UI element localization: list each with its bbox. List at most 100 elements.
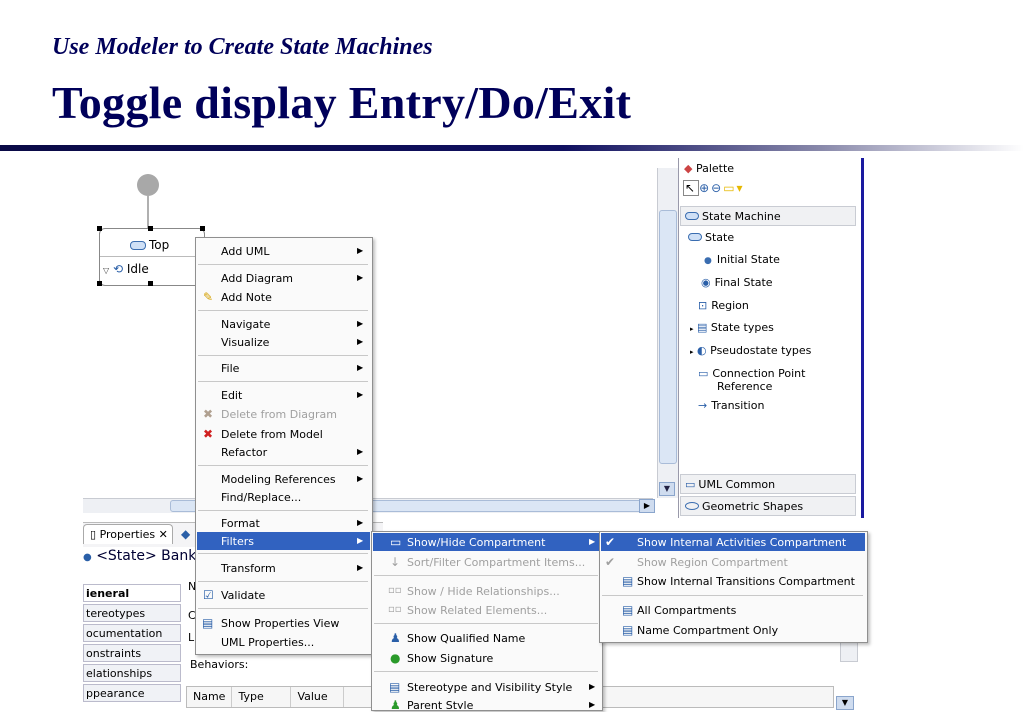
menu-item-show-related-elements[interactable]: Show Related Elements... [407, 604, 547, 617]
props-side-appearance[interactable]: ppearance [83, 684, 181, 702]
initial-state-icon: ● [704, 256, 712, 266]
menu-item-edit[interactable]: Edit [221, 389, 242, 402]
menu-separator [198, 553, 368, 554]
palette-item-final-state[interactable]: ◉ Final State [701, 276, 773, 289]
drawer-uml-common[interactable]: ▭ UML Common [680, 474, 856, 494]
zoom-in-icon[interactable]: ⊕ [699, 181, 711, 195]
submenu-arrow-icon: ▶ [589, 700, 596, 709]
menu-item-file[interactable]: File [221, 362, 239, 375]
state-idle-text: Idle [126, 262, 149, 276]
col-type[interactable]: Type [232, 687, 292, 707]
state-icon [130, 241, 146, 250]
submenu-arrow-icon: ▶ [589, 537, 596, 546]
state-icon: ● [83, 552, 92, 563]
props-side-general[interactable]: ieneral [83, 584, 181, 602]
menu-item-format[interactable]: Format [221, 517, 260, 530]
menu-item-stereotype-visibility[interactable]: Stereotype and Visibility Style [407, 681, 572, 694]
palette-item-reference[interactable]: Reference [717, 380, 772, 393]
menu-item-add-uml[interactable]: Add UML [221, 245, 269, 258]
menu-item-show-region-compartment[interactable]: Show Region Compartment [637, 556, 788, 569]
qualified-name-icon: ♟ [390, 631, 401, 645]
vertical-scroll-thumb[interactable] [659, 210, 677, 464]
expand-triangle-icon[interactable]: ▸ [690, 325, 694, 333]
scroll-down-arrow-icon[interactable]: ▼ [836, 696, 854, 710]
submachine-icon: ⟲ [112, 262, 124, 276]
menu-item-add-diagram[interactable]: Add Diagram [221, 272, 293, 285]
menu-item-visualize[interactable]: Visualize [221, 336, 269, 349]
props-side-documentation[interactable]: ocumentation [83, 624, 181, 642]
menu-separator [374, 623, 598, 624]
menu-item-show-properties-view[interactable]: Show Properties View [221, 617, 339, 630]
selection-handle[interactable] [97, 226, 102, 231]
menu-item-show-internal-activities-label[interactable]: Show Internal Activities Compartment [637, 536, 846, 549]
transition-line[interactable] [147, 196, 149, 228]
tab-properties[interactable]: ▯ Properties ✕ [83, 524, 173, 544]
props-side-stereotypes[interactable]: tereotypes [83, 604, 181, 622]
select-tool-icon[interactable]: ↖ [683, 180, 700, 196]
state-icon [688, 233, 702, 241]
selection-handle[interactable] [148, 281, 153, 286]
menu-item-show-signature[interactable]: Show Signature [407, 652, 493, 665]
palette-item-transition[interactable]: → Transition [698, 399, 764, 412]
state-types-icon: ▤ [697, 321, 708, 334]
compartment-icon: ▤ [622, 574, 634, 588]
menu-item-refactor[interactable]: Refactor [221, 446, 267, 459]
menu-item-sort-filter[interactable]: Sort/Filter Compartment Items... [407, 556, 585, 569]
field-label: L [188, 631, 195, 644]
scroll-down-arrow-icon[interactable]: ▼ [659, 482, 675, 496]
menu-item-uml-properties[interactable]: UML Properties... [221, 636, 314, 649]
close-icon[interactable]: ✕ [155, 528, 168, 541]
menu-item-parent-style[interactable]: Parent Style [407, 699, 473, 709]
menu-item-all-compartments[interactable]: All Compartments [637, 604, 736, 617]
palette-item-state-types[interactable]: ▸ ▤ State types [690, 321, 774, 334]
menu-item-show-hide-relationships[interactable]: Show / Hide Relationships... [407, 585, 560, 598]
submenu-arrow-icon: ▶ [357, 273, 364, 282]
col-name[interactable]: Name [187, 687, 233, 707]
menu-item-filters-label[interactable]: Filters [221, 535, 254, 548]
view-menu-icon[interactable]: ◆ [181, 527, 190, 541]
selection-handle[interactable] [148, 226, 153, 231]
col-value[interactable]: Value [291, 687, 345, 707]
relationships-icon: ▫▫ [388, 585, 402, 596]
menu-item-navigate[interactable]: Navigate [221, 318, 270, 331]
state-node[interactable] [97, 226, 205, 286]
menu-item-validate[interactable]: Validate [221, 589, 265, 602]
palette-item-pseudostate-types[interactable]: ▸ ◐ Pseudostate types [690, 344, 811, 357]
menu-item-name-compartment-only[interactable]: Name Compartment Only [637, 624, 778, 637]
menu-item-show-internal-transitions[interactable]: Show Internal Transitions Compartment [637, 575, 855, 588]
drawer-geometric-shapes[interactable]: Geometric Shapes [680, 496, 856, 516]
menu-item-modeling-references[interactable]: Modeling References [221, 473, 336, 486]
palette-item-connection-point[interactable]: ▭ Connection Point [698, 367, 805, 380]
state-divider [100, 256, 204, 257]
palette-item-initial-state[interactable]: ● Initial State [704, 253, 780, 266]
initial-state-node[interactable] [137, 174, 159, 196]
scroll-right-arrow-icon[interactable]: ▶ [639, 499, 655, 513]
slide-title: Toggle display Entry/Do/Exit [52, 77, 632, 128]
palette-item-state[interactable]: State [688, 231, 734, 244]
menu-item-transform[interactable]: Transform [221, 562, 276, 575]
palette-header[interactable]: ◆ Palette [684, 162, 734, 175]
palette-toolbar: ↖ ⊕⊖▭▾ [683, 180, 745, 196]
expand-triangle-icon[interactable]: ▸ [690, 348, 694, 356]
drawer-state-machine[interactable]: State Machine [680, 206, 856, 226]
palette-item-region[interactable]: ⊡ Region [698, 299, 749, 312]
submenu-arrow-icon: ▶ [357, 319, 364, 328]
region-icon: ⊡ [698, 299, 708, 312]
menu-item-show-qualified-name[interactable]: Show Qualified Name [407, 632, 525, 645]
menu-item-add-note[interactable]: Add Note [221, 291, 272, 304]
menu-item-delete-from-diagram[interactable]: Delete from Diagram [221, 408, 337, 421]
connection-point-icon: ▭ [698, 367, 709, 380]
state-top-label[interactable]: Top [130, 238, 169, 252]
collapse-triangle-icon[interactable]: ▽ [103, 266, 109, 275]
menu-item-find-replace[interactable]: Find/Replace... [221, 491, 301, 504]
palette-item-label: Initial State [716, 253, 780, 266]
zoom-out-icon[interactable]: ⊖ [711, 181, 723, 195]
selection-handle[interactable] [200, 226, 205, 231]
selection-handle[interactable] [97, 281, 102, 286]
note-tool-icon[interactable]: ▭▾ [723, 181, 744, 195]
menu-item-show-hide-compartment-label[interactable]: Show/Hide Compartment [407, 536, 545, 549]
props-side-relationships[interactable]: elationships [83, 664, 181, 682]
state-idle-label[interactable]: ▽ ⟲ Idle [103, 262, 149, 276]
props-side-constraints[interactable]: onstraints [83, 644, 181, 662]
menu-item-delete-from-model[interactable]: Delete from Model [221, 428, 323, 441]
